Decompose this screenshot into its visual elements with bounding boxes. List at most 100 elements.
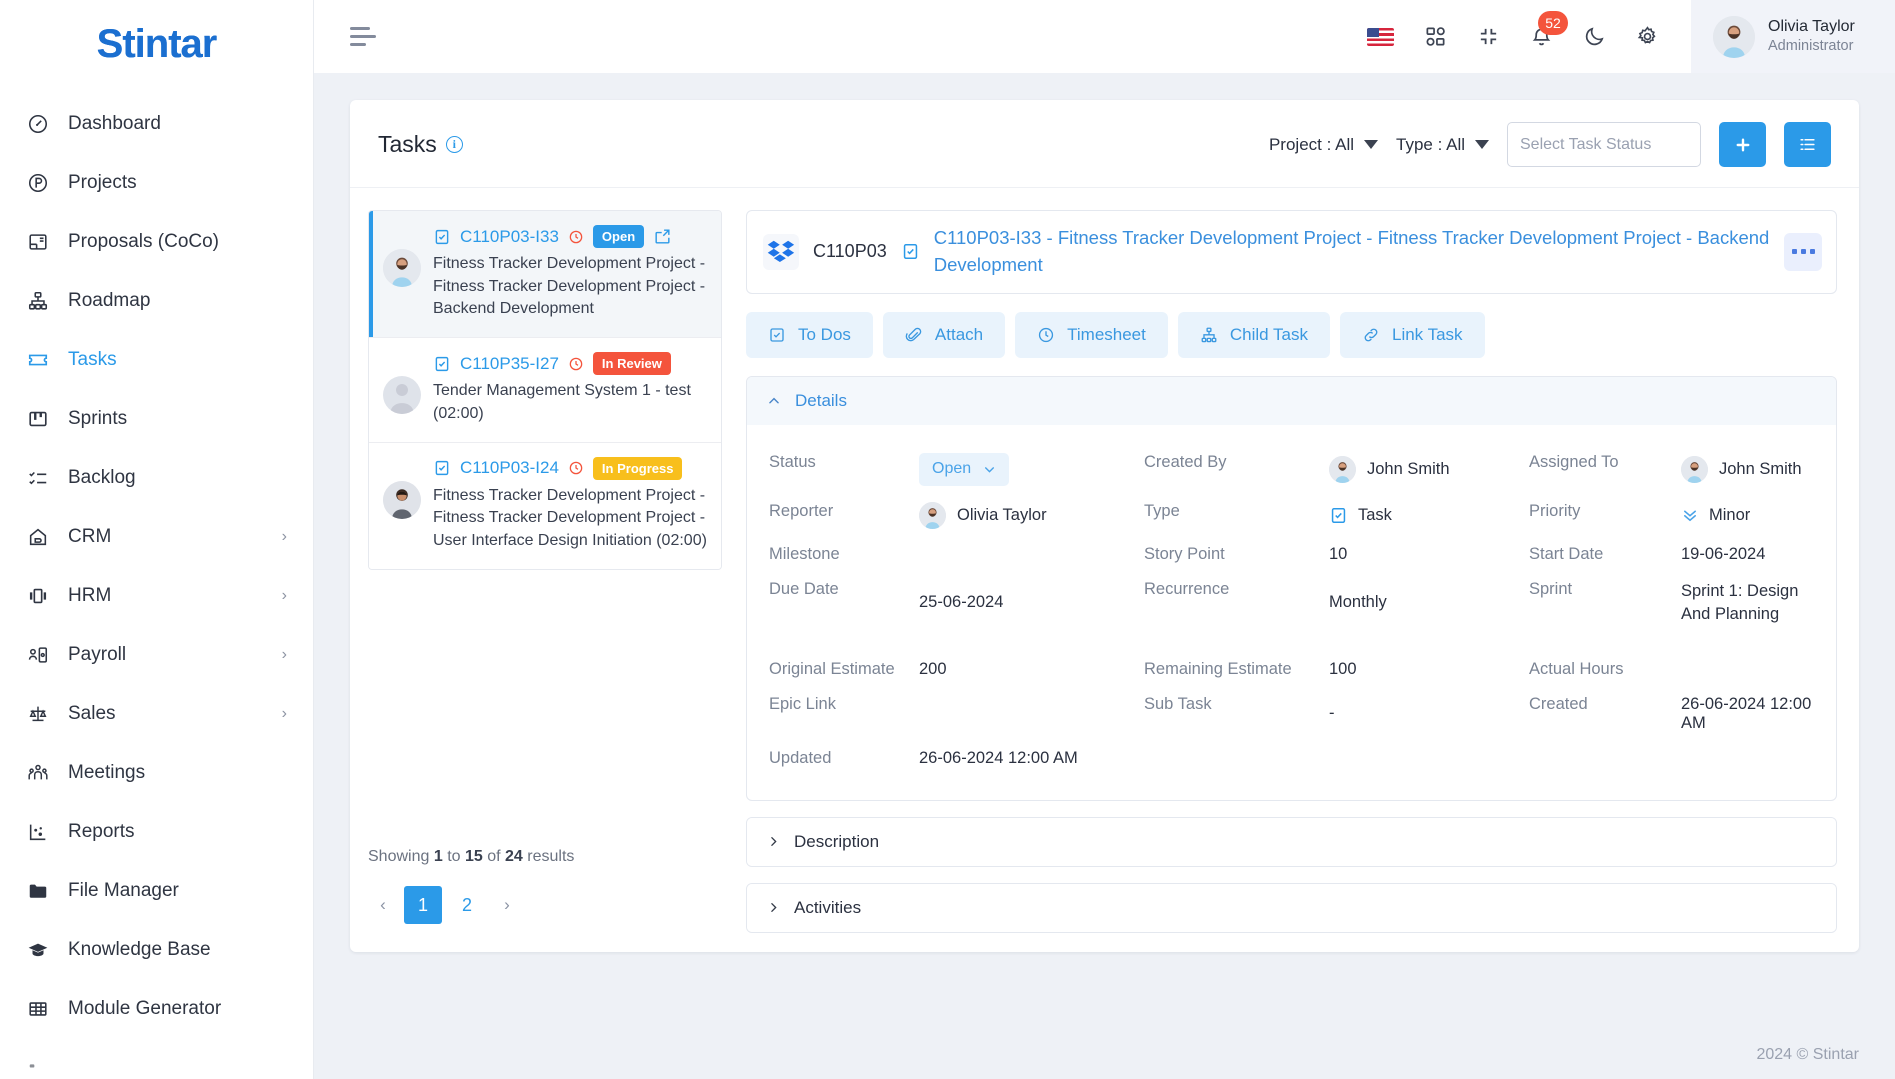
status-dropdown[interactable]: Open	[919, 452, 1010, 486]
sidebar-item-partial[interactable]	[0, 1038, 313, 1079]
clock-icon	[1037, 326, 1055, 344]
pagination-page-2[interactable]: 2	[448, 886, 486, 924]
moon-icon[interactable]	[1583, 25, 1606, 48]
sprints-board-icon	[26, 407, 50, 431]
created-by-name: John Smith	[1367, 459, 1450, 478]
avatar	[1329, 455, 1356, 483]
sidebar-item-tasks[interactable]: Tasks	[0, 330, 313, 389]
sidebar-item-file-manager[interactable]: File Manager	[0, 861, 313, 920]
field-label-created: Created	[1529, 694, 1588, 713]
info-icon[interactable]: i	[445, 136, 463, 153]
tasks-card: Tasks i Project : All Type : All Select …	[350, 100, 1859, 952]
sidebar-item-roadmap[interactable]: Roadmap	[0, 271, 313, 330]
showing-from: 1	[433, 848, 443, 865]
field-value-milestone	[919, 537, 1144, 572]
task-detail-header: C110P03 C110P03-I33 - Fitness Tracker De…	[746, 210, 1837, 294]
activities-panel-header[interactable]: Activities	[747, 883, 1836, 932]
task-title: Tender Management System 1 - test (02:00…	[433, 382, 691, 422]
pagination-page-1[interactable]: 1	[404, 886, 442, 924]
user-role: Administrator	[1768, 38, 1854, 55]
sidebar-item-sprints[interactable]: Sprints	[0, 389, 313, 448]
field-label-status: Status	[769, 452, 816, 471]
chevron-down-icon	[1364, 140, 1379, 149]
task-list-item[interactable]: C110P03-I24 In Progress Fitness Tracker …	[369, 442, 721, 569]
us-flag-icon[interactable]	[1367, 27, 1394, 46]
sidebar-item-knowledge-base[interactable]: Knowledge Base	[0, 920, 313, 979]
sidebar-item-backlog[interactable]: Backlog	[0, 448, 313, 507]
folder-icon	[26, 879, 50, 903]
pagination-prev[interactable]: ‹	[368, 886, 398, 924]
sidebar-item-crm[interactable]: CRM ›	[0, 507, 313, 566]
brand-logo[interactable]: Stintar	[0, 0, 313, 88]
field-label-original-estimate: Original Estimate	[769, 659, 895, 678]
gear-icon[interactable]	[1636, 25, 1659, 48]
tab-label: Child Task	[1229, 324, 1308, 344]
tab-to-dos[interactable]: To Dos	[746, 311, 873, 358]
task-clipboard-icon	[433, 459, 451, 477]
chevron-down-icon	[1475, 140, 1489, 149]
tab-timesheet[interactable]: Timesheet	[1015, 311, 1168, 358]
crm-icon	[26, 525, 50, 549]
plus-icon	[1734, 136, 1752, 154]
sidebar-item-dashboard[interactable]: Dashboard	[0, 94, 313, 153]
tab-label: Attach	[934, 324, 984, 344]
tab-label: Timesheet	[1067, 324, 1146, 344]
task-key[interactable]: C110P03-I33	[460, 227, 559, 247]
task-key[interactable]: C110P35-I27	[460, 354, 559, 374]
sidebar-item-module-generator[interactable]: Module Generator	[0, 979, 313, 1038]
status-badge: Open	[592, 225, 645, 248]
topbar-icon-group: 52	[1367, 11, 1691, 48]
meetings-people-icon	[26, 761, 50, 785]
type-filter-dropdown[interactable]: Type : All	[1396, 135, 1489, 155]
field-label-story-point: Story Point	[1144, 544, 1225, 563]
showing-prefix: Showing	[368, 848, 430, 865]
description-panel-label: Description	[794, 831, 880, 851]
sidebar-item-reports[interactable]: Reports	[0, 802, 313, 861]
sidebar: Stintar Dashboard Projects Proposals (Co…	[0, 0, 314, 1079]
user-profile-menu[interactable]: Olivia Taylor Administrator	[1691, 0, 1895, 73]
sidebar-item-payroll[interactable]: Payroll ›	[0, 625, 313, 684]
chevron-right-icon: ›	[281, 527, 287, 545]
sidebar-item-label: Backlog	[68, 466, 136, 488]
description-panel-header[interactable]: Description	[747, 817, 1836, 866]
apps-grid-icon[interactable]	[1424, 25, 1447, 48]
avatar-placeholder	[383, 376, 421, 415]
project-filter-dropdown[interactable]: Project : All	[1269, 135, 1379, 155]
task-key[interactable]: C110P03-I24	[460, 458, 559, 478]
sidebar-item-sales[interactable]: Sales ›	[0, 684, 313, 743]
hamburger-icon[interactable]	[350, 27, 376, 46]
task-status-select[interactable]: Select Task Status	[1507, 122, 1701, 167]
list-view-button[interactable]	[1784, 122, 1831, 167]
sidebar-item-meetings[interactable]: Meetings	[0, 743, 313, 802]
field-value-original-estimate: 200	[919, 659, 947, 678]
tab-attach[interactable]: Attach	[882, 311, 1006, 358]
compress-icon[interactable]	[1477, 25, 1500, 48]
type-filter-label: Type : All	[1396, 134, 1465, 154]
task-clipboard-icon	[901, 242, 920, 261]
share-icon[interactable]	[653, 227, 672, 246]
brand-logo-text: Stintar	[96, 21, 218, 66]
showing-of: of	[487, 848, 501, 865]
sidebar-item-proposals[interactable]: Proposals (CoCo)	[0, 212, 313, 271]
field-value-type: Task	[1329, 494, 1529, 537]
task-list-item[interactable]: C110P03-I33 Open Fitness Tracker Develop…	[369, 211, 721, 339]
topbar: 52 Olivia Taylor Administrator	[314, 0, 1895, 73]
bell-icon[interactable]: 52	[1530, 11, 1568, 48]
payroll-icon	[26, 643, 50, 667]
pagination-next[interactable]: ›	[492, 886, 522, 924]
sidebar-item-projects[interactable]: Projects	[0, 153, 313, 212]
tab-child-task[interactable]: Child Task	[1177, 311, 1330, 358]
footer: 2024 © Stintar	[314, 1030, 1895, 1079]
task-list-item-meta: C110P35-I27 In Review	[433, 352, 709, 376]
task-list-item-meta: C110P03-I24 In Progress	[433, 456, 709, 480]
task-list-item[interactable]: C110P35-I27 In Review Tender Management …	[369, 338, 721, 443]
field-value-recurrence: Monthly	[1329, 593, 1387, 612]
avatar	[383, 249, 421, 287]
add-task-button[interactable]	[1719, 122, 1766, 167]
field-value-remaining-estimate: 100	[1329, 659, 1357, 678]
ellipsis-icon[interactable]	[1784, 232, 1822, 271]
tab-link-task[interactable]: Link Task	[1339, 311, 1485, 358]
details-panel-header[interactable]: Details	[747, 376, 1836, 425]
task-detail-title[interactable]: C110P03-I33 - Fitness Tracker Developmen…	[934, 225, 1770, 279]
sidebar-item-hrm[interactable]: HRM ›	[0, 566, 313, 625]
